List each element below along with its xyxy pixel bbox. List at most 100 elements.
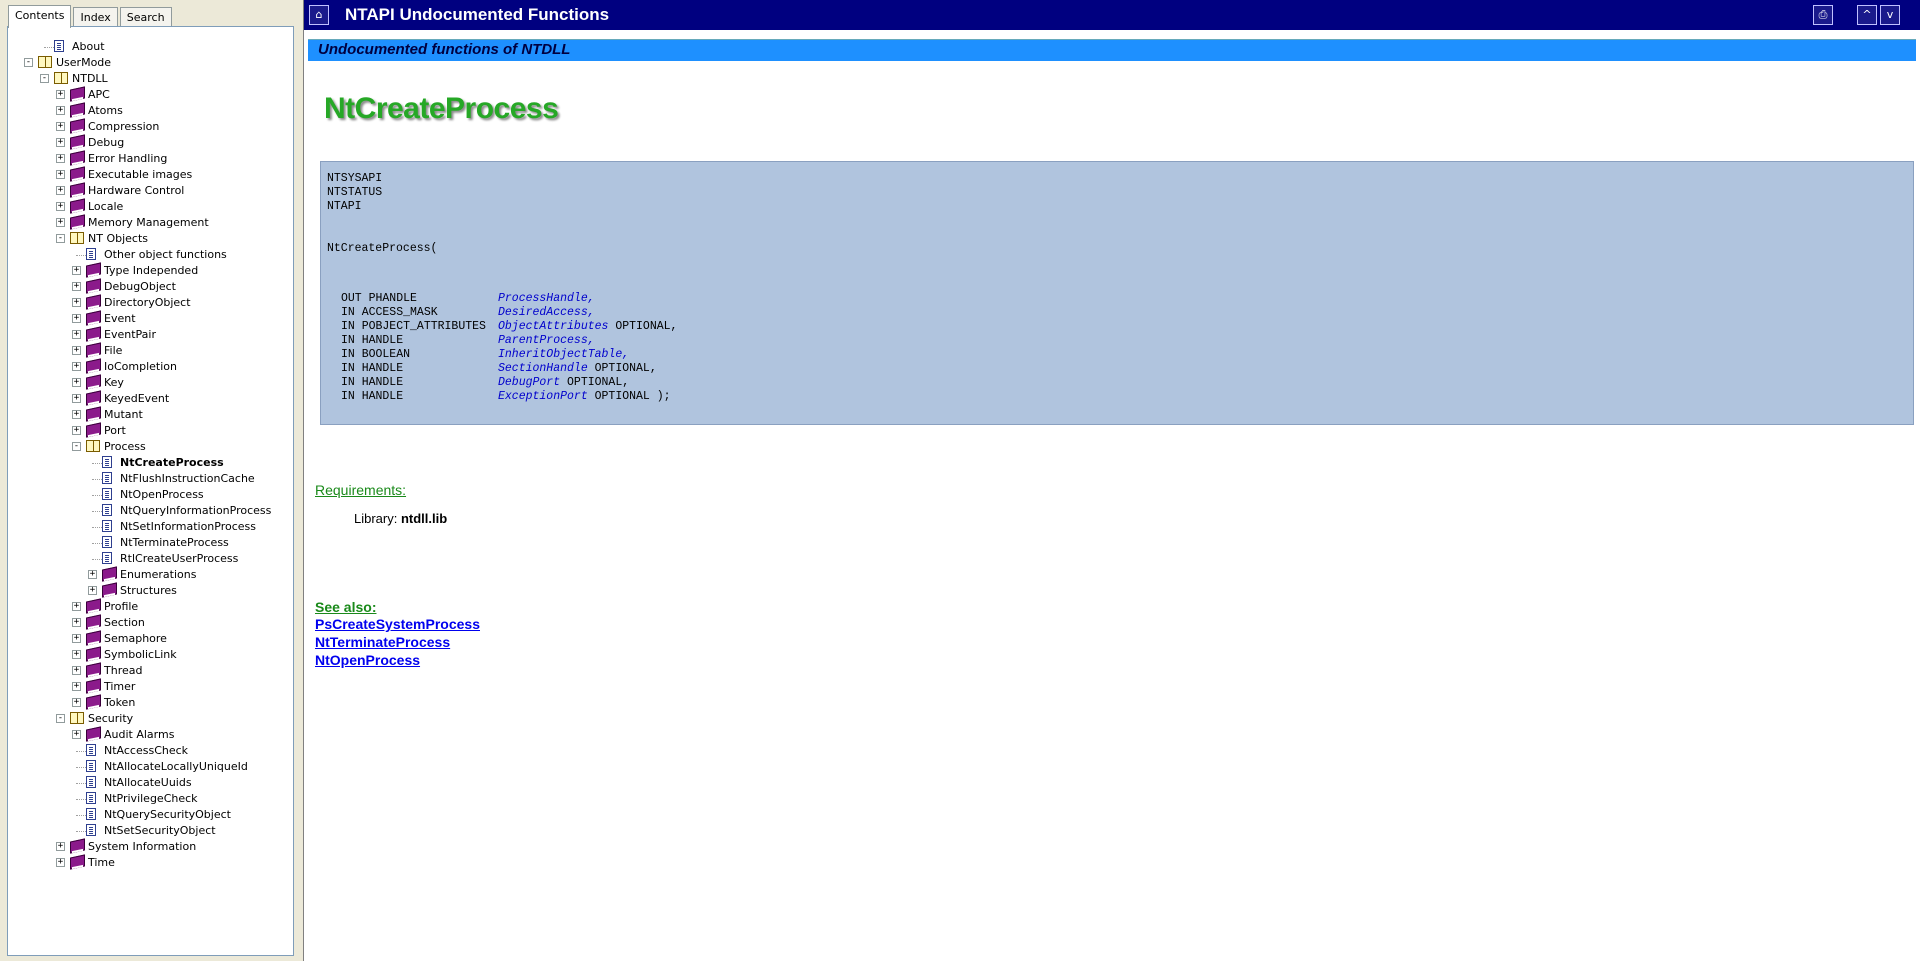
tree-item[interactable]: RtlCreateUserProcess — [8, 551, 288, 567]
expand-icon[interactable]: + — [72, 410, 81, 419]
see-also-link-ntterminateprocess[interactable]: NtTerminateProcess — [315, 634, 450, 650]
tree-item[interactable]: NtAccessCheck — [8, 743, 288, 759]
tree-item[interactable]: + Profile — [8, 598, 288, 615]
tree-item[interactable]: + File — [8, 342, 288, 359]
expand-icon[interactable]: + — [56, 138, 65, 147]
expand-icon[interactable]: + — [56, 154, 65, 163]
expand-icon[interactable]: + — [72, 266, 81, 275]
tree-item[interactable]: + Thread — [8, 662, 288, 679]
tree-item[interactable]: + System Information — [8, 838, 288, 855]
collapse-icon[interactable]: - — [40, 74, 49, 83]
tree-item[interactable]: + Type Independed — [8, 262, 288, 279]
tree-item[interactable]: + Audit Alarms — [8, 726, 288, 743]
expand-icon[interactable]: + — [72, 346, 81, 355]
expand-icon[interactable]: + — [56, 842, 65, 851]
tree-item[interactable]: - NTDLL — [8, 71, 288, 87]
tree-item[interactable]: + Time — [8, 854, 288, 871]
see-also-link-ntopenprocess[interactable]: NtOpenProcess — [315, 652, 420, 668]
expand-icon[interactable]: + — [56, 106, 65, 115]
expand-icon[interactable]: + — [56, 202, 65, 211]
next-topic-button[interactable]: v — [1880, 5, 1900, 25]
tree-item[interactable]: + Executable images — [8, 166, 288, 183]
expand-icon[interactable]: + — [72, 394, 81, 403]
tree-item[interactable]: NtSetInformationProcess — [8, 519, 288, 535]
home-button[interactable]: ⌂ — [309, 5, 329, 25]
expand-icon[interactable]: + — [72, 378, 81, 387]
see-also-link-pscreatesystemprocess[interactable]: PsCreateSystemProcess — [315, 616, 480, 632]
tree-item[interactable]: + Key — [8, 374, 288, 391]
tree-item[interactable]: + Section — [8, 614, 288, 631]
expand-icon[interactable]: + — [72, 362, 81, 371]
collapse-icon[interactable]: - — [72, 442, 81, 451]
tree-item[interactable]: NtQueryInformationProcess — [8, 503, 288, 519]
tree-item[interactable]: + Hardware Control — [8, 182, 288, 199]
expand-icon[interactable]: + — [56, 122, 65, 131]
expand-icon[interactable]: + — [56, 90, 65, 99]
expand-icon[interactable]: + — [56, 218, 65, 227]
tree-item[interactable]: + Compression — [8, 118, 288, 135]
expand-icon[interactable]: + — [56, 858, 65, 867]
collapse-icon[interactable]: - — [56, 714, 65, 723]
tree-item[interactable]: + Event — [8, 310, 288, 327]
tree-item[interactable]: + DirectoryObject — [8, 294, 288, 311]
tab-contents[interactable]: Contents — [8, 5, 72, 28]
expand-icon[interactable]: + — [72, 698, 81, 707]
tree-item[interactable]: + EventPair — [8, 326, 288, 343]
tree-item[interactable]: + Enumerations — [8, 566, 288, 583]
expand-icon[interactable]: + — [72, 282, 81, 291]
expand-icon[interactable]: + — [88, 586, 97, 595]
tree-item[interactable]: + KeyedEvent — [8, 390, 288, 407]
expand-icon[interactable]: + — [72, 314, 81, 323]
tree-item[interactable]: + APC — [8, 86, 288, 103]
tree-item[interactable]: Other object functions — [8, 247, 288, 263]
expand-icon[interactable]: + — [72, 602, 81, 611]
expand-icon[interactable]: + — [72, 666, 81, 675]
tree-item[interactable]: - UserMode — [8, 55, 288, 71]
previous-topic-button[interactable]: ^ — [1857, 5, 1877, 25]
collapse-icon[interactable]: - — [24, 58, 33, 67]
tree-item[interactable]: + Port — [8, 422, 288, 439]
tree-item-label: Mutant — [104, 408, 143, 421]
tree-item[interactable]: + Debug — [8, 134, 288, 151]
tree-item[interactable]: + Error Handling — [8, 150, 288, 167]
collapse-icon[interactable]: - — [56, 234, 65, 243]
tree-item[interactable]: NtPrivilegeCheck — [8, 791, 288, 807]
tree-item[interactable]: + Mutant — [8, 406, 288, 423]
tree-item[interactable]: + SymbolicLink — [8, 646, 288, 663]
expand-icon[interactable]: + — [72, 426, 81, 435]
tree-item[interactable]: NtAllocateLocallyUniqueId — [8, 759, 288, 775]
expand-icon[interactable]: + — [72, 682, 81, 691]
tree-item[interactable]: NtAllocateUuids — [8, 775, 288, 791]
expand-icon[interactable]: + — [72, 650, 81, 659]
tab-index[interactable]: Index — [73, 7, 118, 27]
tree-item[interactable]: NtSetSecurityObject — [8, 823, 288, 839]
expand-icon[interactable]: + — [72, 618, 81, 627]
tree-item[interactable]: NtQuerySecurityObject — [8, 807, 288, 823]
tree-item[interactable]: + IoCompletion — [8, 358, 288, 375]
expand-icon[interactable]: + — [72, 730, 81, 739]
tree-item[interactable]: + Atoms — [8, 102, 288, 119]
tab-search[interactable]: Search — [119, 7, 172, 27]
tree-item[interactable]: NtTerminateProcess — [8, 535, 288, 551]
tree-item[interactable]: NtCreateProcess — [8, 455, 288, 471]
tree-item[interactable]: + Memory Management — [8, 214, 288, 231]
expand-icon[interactable]: + — [56, 170, 65, 179]
tree-item[interactable]: - NT Objects — [8, 231, 288, 247]
tree-item[interactable]: + Timer — [8, 678, 288, 695]
tree-item[interactable]: - Security — [8, 711, 288, 727]
expand-icon[interactable]: + — [88, 570, 97, 579]
expand-icon[interactable]: + — [72, 634, 81, 643]
tree-item[interactable]: + DebugObject — [8, 278, 288, 295]
expand-icon[interactable]: + — [72, 298, 81, 307]
tree-item[interactable]: - Process — [8, 439, 288, 455]
expand-icon[interactable]: + — [56, 186, 65, 195]
tree-item[interactable]: + Semaphore — [8, 630, 288, 647]
expand-icon[interactable]: + — [72, 330, 81, 339]
print-button[interactable]: ⎙ — [1813, 5, 1833, 25]
tree-item[interactable]: NtOpenProcess — [8, 487, 288, 503]
tree-item[interactable]: NtFlushInstructionCache — [8, 471, 288, 487]
tree-item[interactable]: + Locale — [8, 198, 288, 215]
tree-item[interactable]: About — [8, 39, 288, 55]
tree-item[interactable]: + Structures — [8, 582, 288, 599]
tree-item[interactable]: + Token — [8, 694, 288, 711]
